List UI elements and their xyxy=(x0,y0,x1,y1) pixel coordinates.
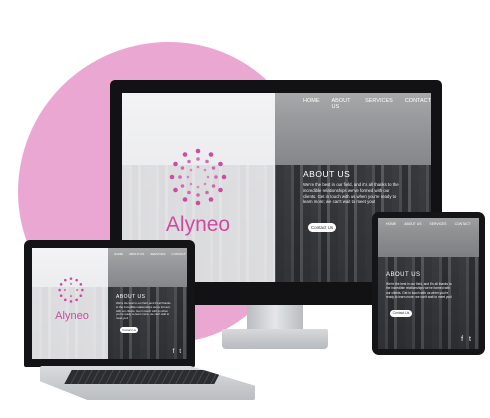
laptop-twitter-icon[interactable]: t xyxy=(179,349,181,355)
nav-contact[interactable]: CONTACT xyxy=(405,98,431,110)
twitter-icon[interactable]: t xyxy=(469,336,471,343)
laptop-base xyxy=(40,366,255,400)
tablet-about-body: We're the best in our field, and it's al… xyxy=(386,282,452,299)
tablet-about-title: ABOUT US xyxy=(386,272,421,278)
laptop-social: f t xyxy=(173,349,181,355)
tablet-contact-us-button[interactable]: Contact Us xyxy=(390,310,412,317)
laptop-keyboard xyxy=(64,370,222,384)
alyneo-logo-icon xyxy=(169,148,227,206)
laptop-about-body: We're the best in our field, and it's al… xyxy=(116,301,171,321)
facebook-icon[interactable]: f xyxy=(461,336,463,343)
laptop-about-title: ABOUT US xyxy=(116,294,146,300)
laptop-logo-icon xyxy=(58,277,84,303)
tablet-nav-services[interactable]: SERVICES xyxy=(429,222,446,226)
monitor-stand-base xyxy=(222,329,328,349)
tablet: HOME ABOUT US SERVICES CONTACT ABOUT US … xyxy=(372,212,485,355)
laptop-nav-about[interactable]: ABOUT US xyxy=(129,252,144,256)
laptop-contact-us-button[interactable]: Contact Us xyxy=(120,327,138,333)
nav-about[interactable]: ABOUT US xyxy=(332,98,354,110)
tablet-screen: HOME ABOUT US SERVICES CONTACT ABOUT US … xyxy=(378,218,479,349)
about-title: ABOUT US xyxy=(303,169,351,179)
laptop-nav-services[interactable]: SERVICES xyxy=(150,252,165,256)
laptop-nav-home[interactable]: HOME xyxy=(114,252,123,256)
brand-name: Alyneo xyxy=(165,213,231,236)
laptop-lid: Alyneo HOME ABOUT US SERVICES CONTACT AB… xyxy=(24,240,195,367)
laptop-nav: HOME ABOUT US SERVICES CONTACT xyxy=(114,252,186,256)
contact-us-button[interactable]: Contact Us xyxy=(308,223,336,232)
laptop-nav-contact[interactable]: CONTACT xyxy=(171,252,185,256)
tablet-nav-contact[interactable]: CONTACT xyxy=(455,222,471,226)
about-body: We're the best in our field, and it's al… xyxy=(303,182,399,205)
monitor-stand-neck xyxy=(247,305,303,329)
nav-services[interactable]: SERVICES xyxy=(365,98,393,110)
laptop-brand-name: Alyneo xyxy=(55,310,89,322)
tablet-nav-home[interactable]: HOME xyxy=(386,222,396,226)
tablet-nav: HOME ABOUT US SERVICES CONTACT xyxy=(386,222,471,226)
laptop-screen: Alyneo HOME ABOUT US SERVICES CONTACT AB… xyxy=(32,248,187,359)
desktop-nav: HOME ABOUT US SERVICES CONTACT xyxy=(303,98,431,110)
nav-home[interactable]: HOME xyxy=(303,98,320,110)
tablet-nav-about[interactable]: ABOUT US xyxy=(404,222,421,226)
tablet-social: f t xyxy=(461,336,471,343)
laptop-facebook-icon[interactable]: f xyxy=(173,349,175,355)
